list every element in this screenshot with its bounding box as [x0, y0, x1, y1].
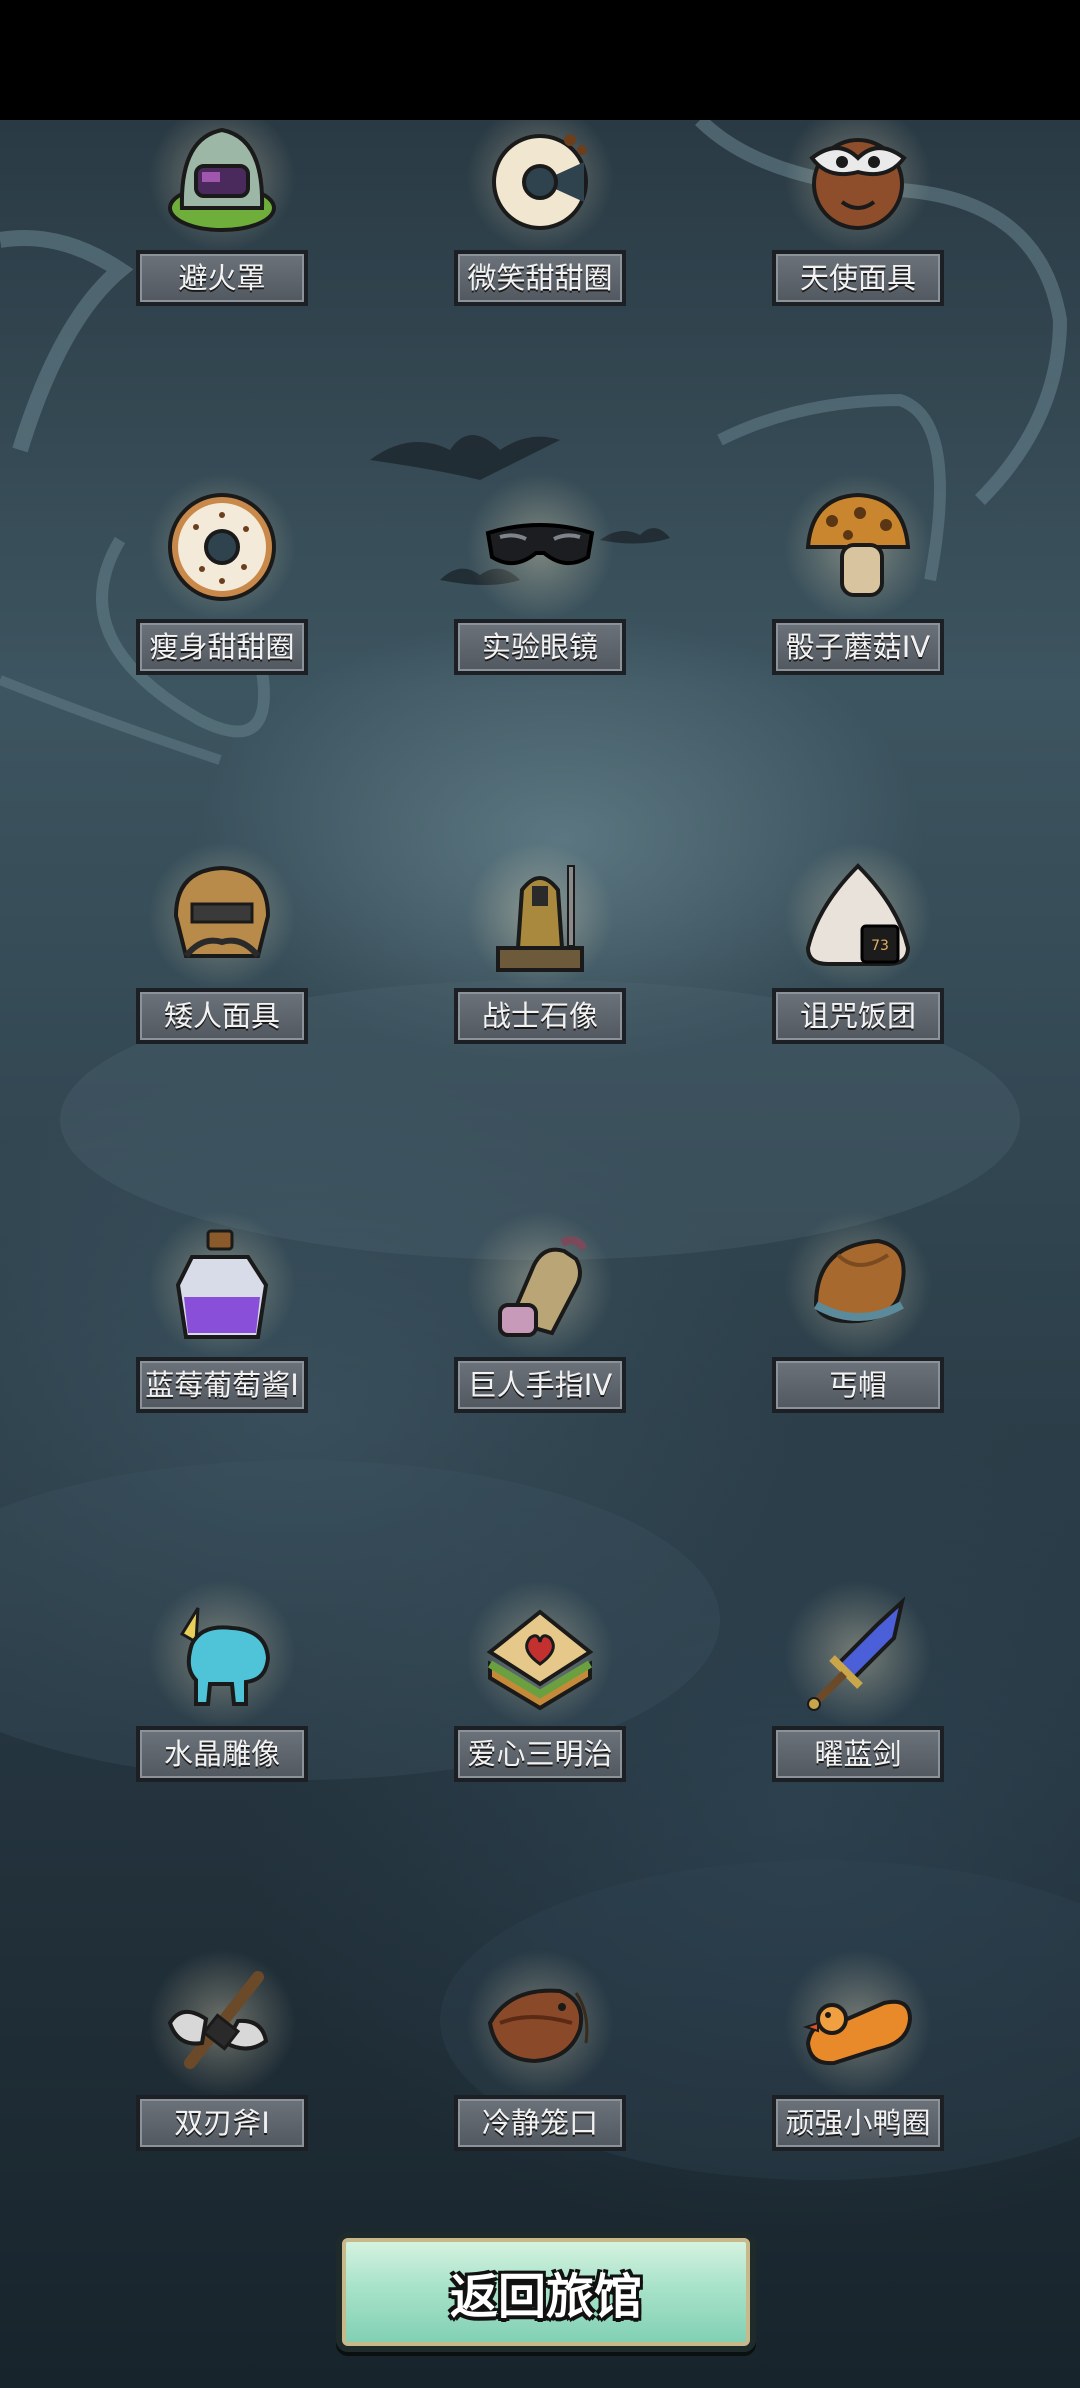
item-label: 战士石像	[454, 988, 626, 1044]
warrior-statue-icon	[460, 836, 620, 996]
dice-mushroom-icon	[778, 467, 938, 627]
item-label: 顽强小鸭圈	[772, 2095, 944, 2151]
blue-sword-icon	[778, 1574, 938, 1734]
item-angel-mask[interactable]: 天使面具	[768, 98, 948, 318]
item-blue-sword[interactable]: 曜蓝剑	[768, 1574, 948, 1794]
item-double-axe[interactable]: 双刃斧I	[132, 1943, 312, 2163]
item-beggar-hat[interactable]: 丐帽	[768, 1205, 948, 1425]
return-to-inn-label: 返回旅馆	[449, 2269, 642, 2325]
item-cursed-riceball[interactable]: 73 诅咒饭团	[768, 836, 948, 1056]
item-label: 爱心三明治	[454, 1726, 626, 1782]
item-label: 实验眼镜	[454, 619, 626, 675]
item-label: 蓝莓葡萄酱I	[136, 1357, 308, 1413]
slim-donut-icon	[142, 467, 302, 627]
relic-collection-screen: 避火罩 微笑甜甜圈 天使面具 瘦身甜甜圈 实验眼镜 骰子蘑菇IV 矮人面具 战士…	[0, 0, 1080, 2388]
double-axe-icon	[142, 1943, 302, 2103]
fire-mask-icon	[142, 98, 302, 258]
giant-finger-icon	[460, 1205, 620, 1365]
smile-donut-icon	[460, 98, 620, 258]
item-label: 双刃斧I	[136, 2095, 308, 2151]
item-label: 曜蓝剑	[772, 1726, 944, 1782]
item-label: 天使面具	[772, 250, 944, 306]
item-label: 巨人手指IV	[454, 1357, 626, 1413]
item-dwarf-mask[interactable]: 矮人面具	[132, 836, 312, 1056]
blueberry-jam-icon	[142, 1205, 302, 1365]
lab-glasses-icon	[460, 467, 620, 627]
dwarf-mask-icon	[142, 836, 302, 996]
item-crystal-statue[interactable]: 水晶雕像	[132, 1574, 312, 1794]
item-label: 矮人面具	[136, 988, 308, 1044]
return-to-inn-button[interactable]: 返回旅馆	[336, 2232, 756, 2352]
svg-text:73: 73	[871, 938, 889, 954]
item-calm-muzzle[interactable]: 冷静笼口	[450, 1943, 630, 2163]
duck-ring-icon	[778, 1943, 938, 2103]
cursed-riceball-icon: 73	[778, 836, 938, 996]
item-grid: 避火罩 微笑甜甜圈 天使面具 瘦身甜甜圈 实验眼镜 骰子蘑菇IV 矮人面具 战士…	[0, 0, 1080, 2388]
item-label: 冷静笼口	[454, 2095, 626, 2151]
item-blueberry-jam[interactable]: 蓝莓葡萄酱I	[132, 1205, 312, 1425]
item-label: 微笑甜甜圈	[454, 250, 626, 306]
item-label: 水晶雕像	[136, 1726, 308, 1782]
item-label: 丐帽	[772, 1357, 944, 1413]
item-fire-mask[interactable]: 避火罩	[132, 98, 312, 318]
item-label: 瘦身甜甜圈	[136, 619, 308, 675]
item-dice-mushroom[interactable]: 骰子蘑菇IV	[768, 467, 948, 687]
status-bar-area	[0, 0, 1080, 120]
heart-sandwich-icon	[460, 1574, 620, 1734]
item-duck-ring[interactable]: 顽强小鸭圈	[768, 1943, 948, 2163]
item-warrior-statue[interactable]: 战士石像	[450, 836, 630, 1056]
item-heart-sandwich[interactable]: 爱心三明治	[450, 1574, 630, 1794]
angel-mask-icon	[778, 98, 938, 258]
item-label: 骰子蘑菇IV	[772, 619, 944, 675]
crystal-statue-icon	[142, 1574, 302, 1734]
item-giant-finger[interactable]: 巨人手指IV	[450, 1205, 630, 1425]
item-lab-glasses[interactable]: 实验眼镜	[450, 467, 630, 687]
item-smile-donut[interactable]: 微笑甜甜圈	[450, 98, 630, 318]
item-slim-donut[interactable]: 瘦身甜甜圈	[132, 467, 312, 687]
muzzle-icon	[460, 1943, 620, 2103]
item-label: 避火罩	[136, 250, 308, 306]
item-label: 诅咒饭团	[772, 988, 944, 1044]
beggar-hat-icon	[778, 1205, 938, 1365]
